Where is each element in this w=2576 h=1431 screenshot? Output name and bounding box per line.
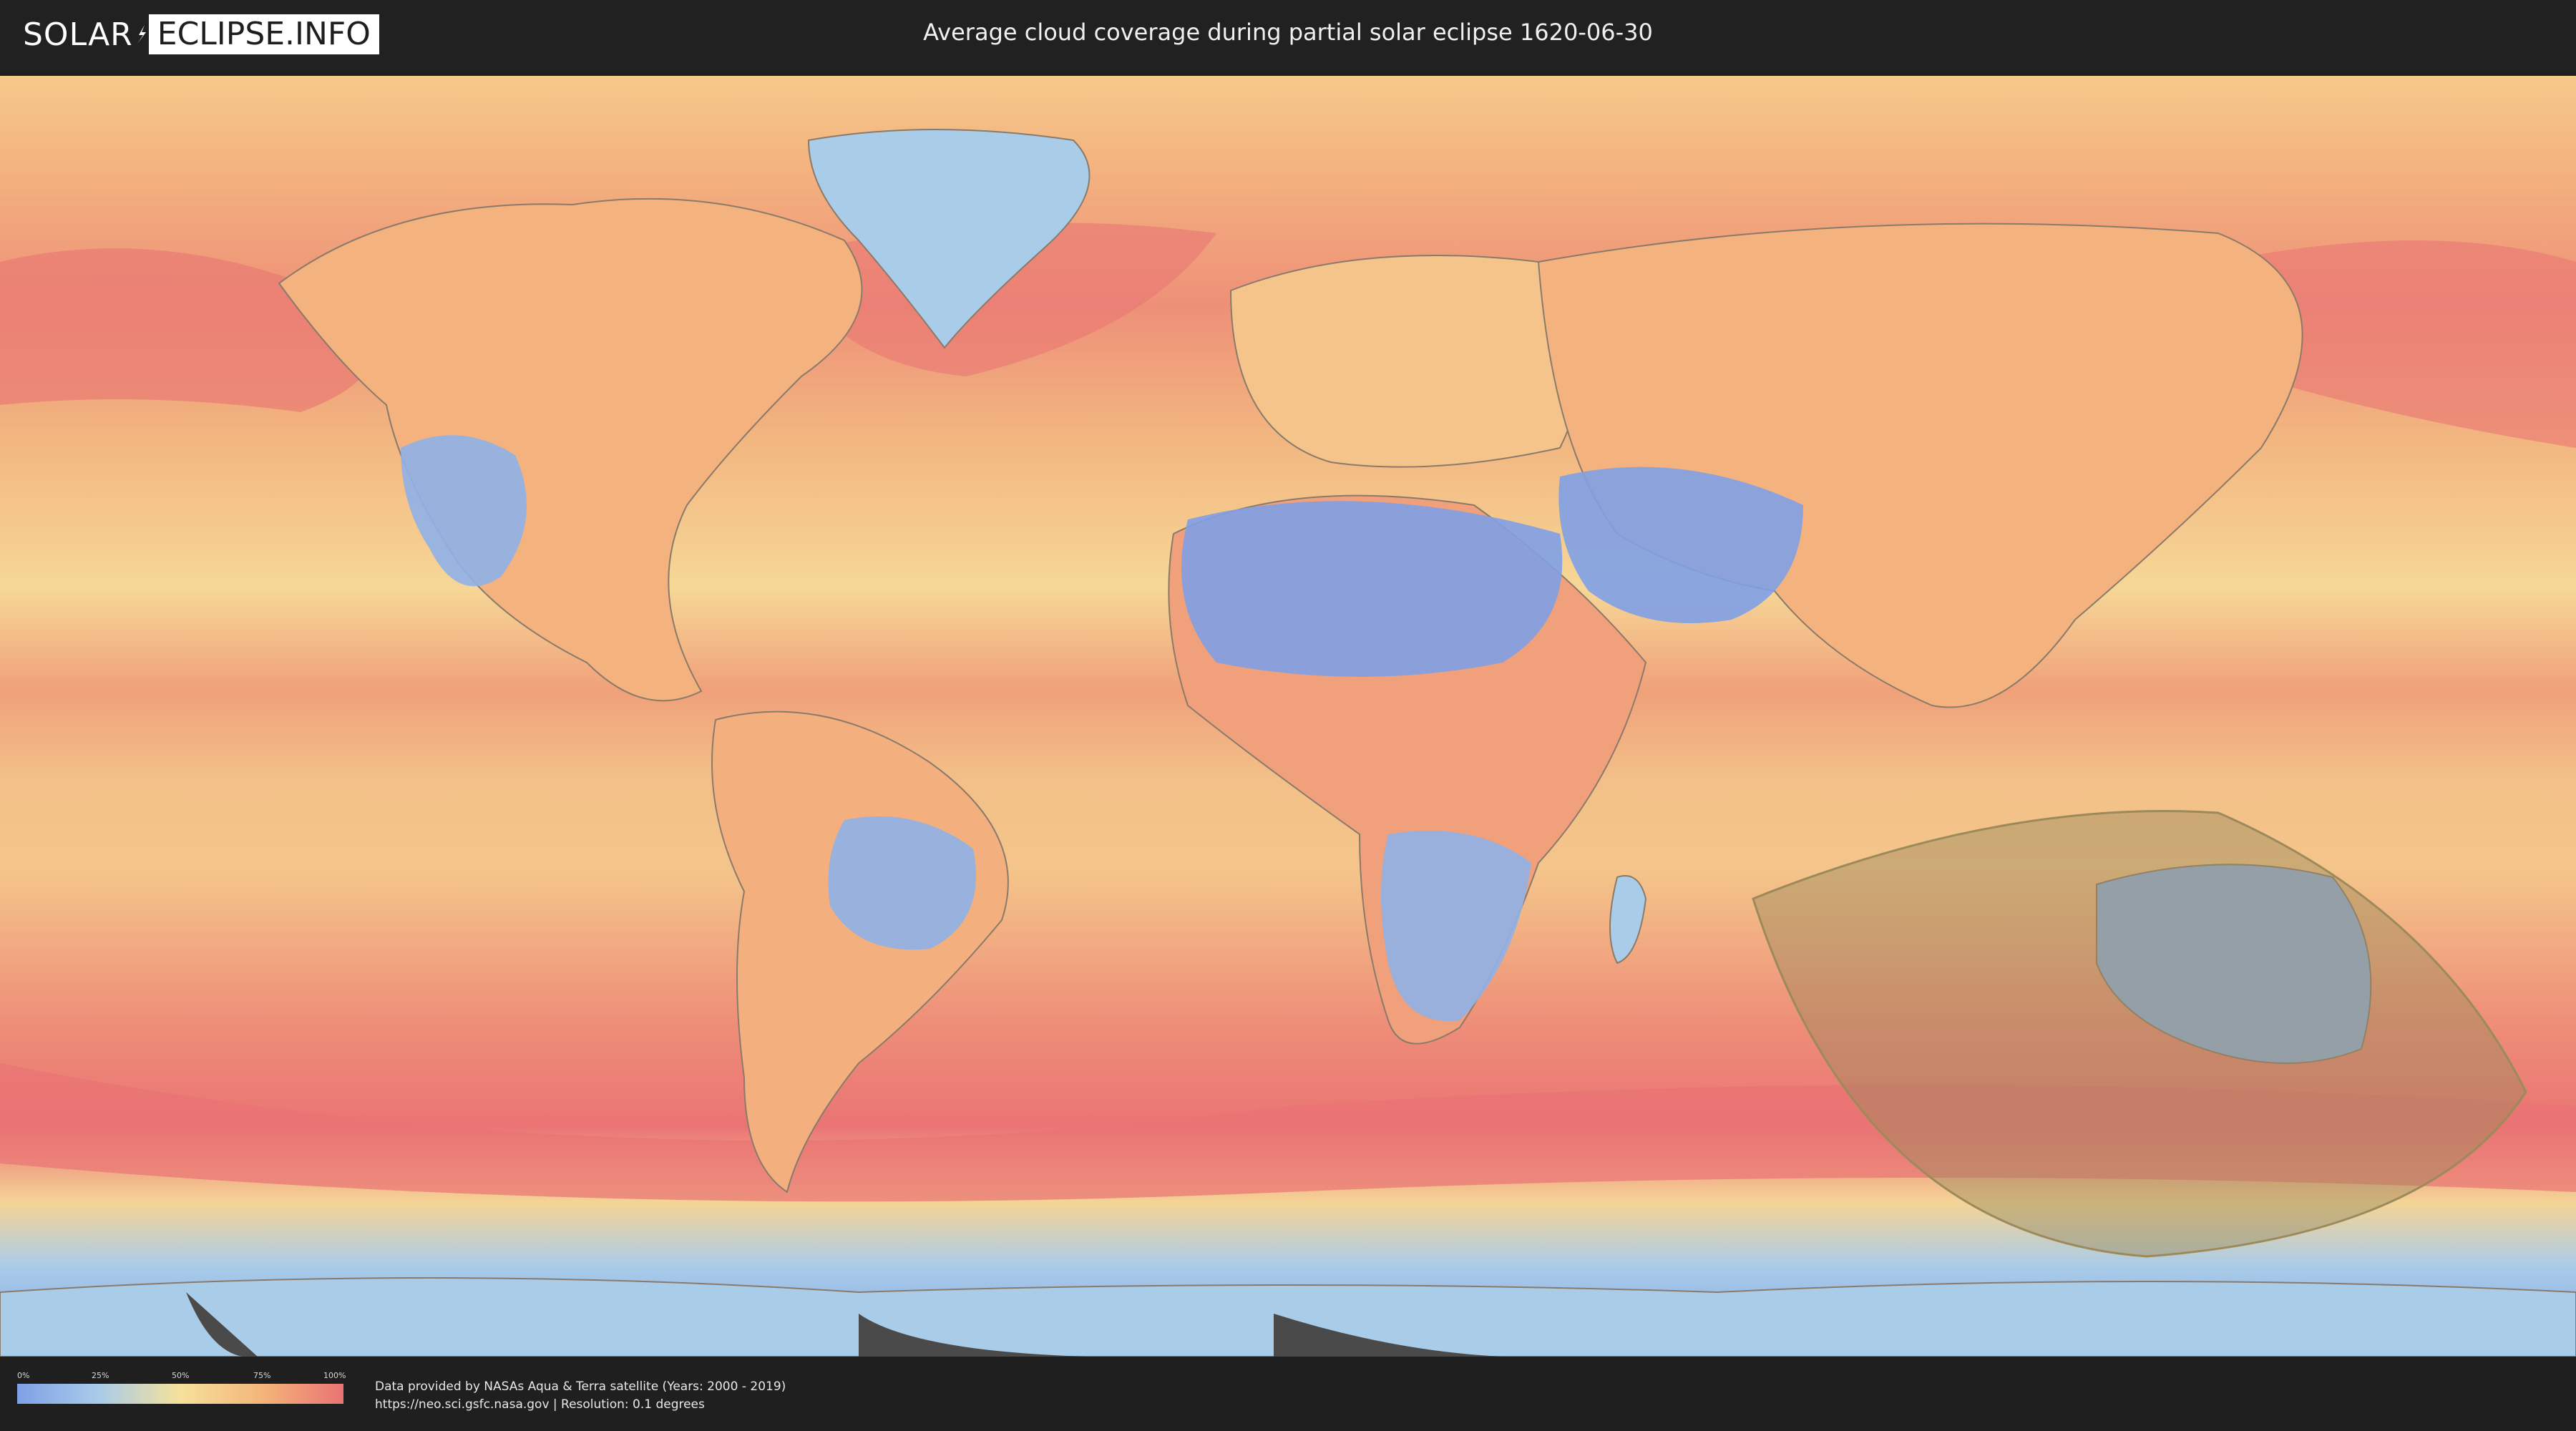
credits-line-url[interactable]: https://neo.sci.gsfc.nasa.gov | Resoluti… <box>375 1396 786 1414</box>
clear-sky-sahara <box>1181 501 1563 677</box>
legend-tick: 50% <box>172 1371 190 1380</box>
world-map[interactable] <box>0 76 2576 1357</box>
data-credits: Data provided by NASAs Aqua & Terra sate… <box>375 1378 786 1414</box>
land-europe <box>1229 255 1581 468</box>
legend-tick: 25% <box>92 1371 109 1380</box>
credits-line-source: Data provided by NASAs Aqua & Terra sate… <box>375 1379 786 1394</box>
clear-sky-brazil <box>828 816 976 950</box>
bottom-bar: 0% 25% 50% 75% 100% Data provided by NAS… <box>0 1357 2576 1431</box>
legend-tick: 75% <box>253 1371 271 1380</box>
legend-color-bar <box>17 1384 343 1404</box>
top-bar: SOLAR ECLIPSE.INFO Average cloud coverag… <box>0 0 2576 72</box>
cloud-coverage-map[interactable] <box>0 76 2576 1357</box>
page-title: Average cloud coverage during partial so… <box>923 19 1653 46</box>
legend-tick: 100% <box>323 1371 346 1380</box>
legend-tick: 0% <box>17 1371 30 1380</box>
